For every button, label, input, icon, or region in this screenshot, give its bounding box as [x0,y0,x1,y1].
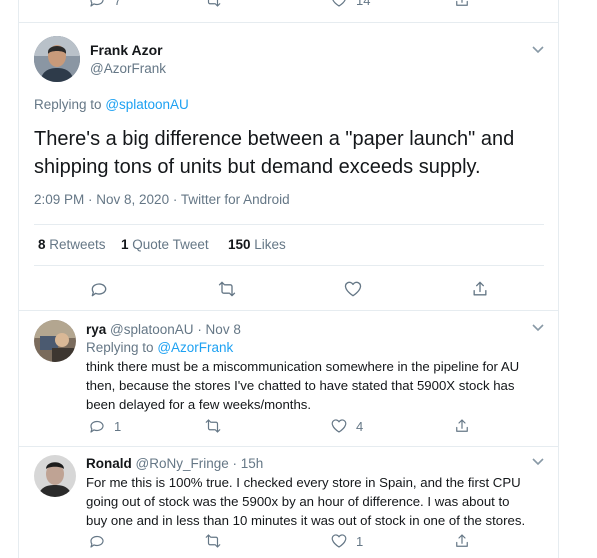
avatar-photo [34,36,80,82]
reply-author-handle[interactable]: @RoNy_Fringe [136,456,229,471]
retweet-button[interactable] [217,279,237,299]
retweet-icon [218,281,236,297]
heart-icon [331,534,347,548]
divider [34,265,544,266]
reply-text: think there must be a miscommunication s… [86,357,519,414]
heart-icon [332,0,346,7]
reply-date[interactable]: · 15h [233,456,264,471]
reply-icon [91,283,107,297]
reply-text-line: then, because the stores I've chatted to… [86,378,515,393]
likes-label: Likes [254,237,286,252]
quotes-label: Quote Tweet [132,237,209,252]
reply-author-name[interactable]: Ronald [86,456,132,471]
reply-icon [90,0,104,7]
share-button[interactable] [453,417,471,435]
heart-icon [344,281,362,297]
replying-label: Replying to [34,97,102,112]
tweet-menu-caret[interactable] [531,42,545,61]
divider [18,310,559,311]
chevron-down-icon [532,324,544,332]
reply-header: Ronald @RoNy_Fringe · 15h [86,456,263,471]
author-handle[interactable]: @AzorFrank [90,61,166,76]
like-count: 1 [356,533,364,549]
reply-button[interactable] [89,279,109,299]
prev-reply-action[interactable]: 7 [88,0,121,9]
tweet-meta[interactable]: 2:09 PM · Nov 8, 2020 · Twitter for Andr… [34,192,290,207]
prev-retweet-action[interactable] [204,0,222,9]
divider [34,224,544,225]
tweet-thread: 7 14 Frank Azor @AzorFrank Replying to @… [0,0,597,558]
reply-text-line: going out of stock was the 5900x by an h… [86,494,510,509]
replying-label: Replying to [86,340,154,355]
retweet-button[interactable] [204,417,222,435]
heart-icon [331,419,347,433]
reply-author-handle[interactable]: @splatoonAU [110,322,194,337]
retweets-count: 8 [38,237,46,252]
share-button[interactable] [470,279,490,299]
reply-header: rya @splatoonAU · Nov 8 [86,322,241,337]
reply-button[interactable] [88,532,114,550]
share-button[interactable] [453,532,471,550]
reply-button[interactable]: 1 [88,417,121,435]
reply-text: For me this is 100% true. I checked ever… [86,473,525,530]
tweet-menu-caret[interactable] [531,320,545,339]
likes-stat[interactable]: 150 Likes [228,237,286,252]
reply-text-line: buy one and in less than 10 minutes it w… [86,513,526,528]
reply-text-line: For me this is 100% true. I checked ever… [86,475,521,490]
reply-date[interactable]: · Nov 8 [197,322,241,337]
quotes-count: 1 [121,237,129,252]
avatar[interactable] [34,320,76,362]
replying-handle-link[interactable]: @AzorFrank [157,340,233,355]
share-icon [456,534,468,547]
tweet-menu-caret[interactable] [531,454,545,473]
likes-count: 150 [228,237,251,252]
like-button[interactable]: 1 [330,532,363,550]
replying-handle-link[interactable]: @splatoonAU [105,97,189,112]
reply-icon [90,420,104,433]
reply-text-line: been delayed for a few weeks/months. [86,397,312,412]
replying-to: Replying to @AzorFrank [86,340,233,355]
tweet-text: There's a big difference between a "pape… [34,125,514,181]
tweet-text-line: There's a big difference between a "pape… [34,128,515,150]
divider [18,446,559,447]
divider [18,22,559,23]
share-icon [456,0,468,6]
replying-to: Replying to @splatoonAU [34,97,189,112]
prev-share-action[interactable] [453,0,471,9]
chevron-down-icon [532,458,544,466]
avatar[interactable] [34,455,76,497]
share-icon [456,419,468,432]
like-button[interactable]: 4 [330,417,363,435]
avatar-photo [34,455,76,497]
prev-like-action[interactable]: 14 [330,0,370,9]
author-name[interactable]: Frank Azor [90,42,163,58]
like-button[interactable] [343,279,363,299]
prev-reply-count: 7 [114,0,122,8]
tweet-text-line: shipping tons of units but demand exceed… [34,156,481,178]
quote-tweets-stat[interactable]: 1 Quote Tweet [121,237,209,252]
reply-author-name[interactable]: rya [86,322,106,337]
avatar[interactable] [34,36,80,82]
reply-count: 1 [114,418,122,434]
retweets-stat[interactable]: 8 Retweets [38,237,106,252]
prev-like-count: 14 [356,0,371,8]
retweets-label: Retweets [49,237,106,252]
like-count: 4 [356,418,364,434]
retweet-icon [207,0,221,7]
avatar-photo [34,320,76,362]
retweet-icon [205,534,221,548]
reply-text-line: think there must be a miscommunication s… [86,359,520,374]
reply-icon [90,535,104,548]
chevron-down-icon [532,46,544,54]
retweet-icon [205,419,221,433]
retweet-button[interactable] [204,532,222,550]
share-icon [473,281,487,296]
